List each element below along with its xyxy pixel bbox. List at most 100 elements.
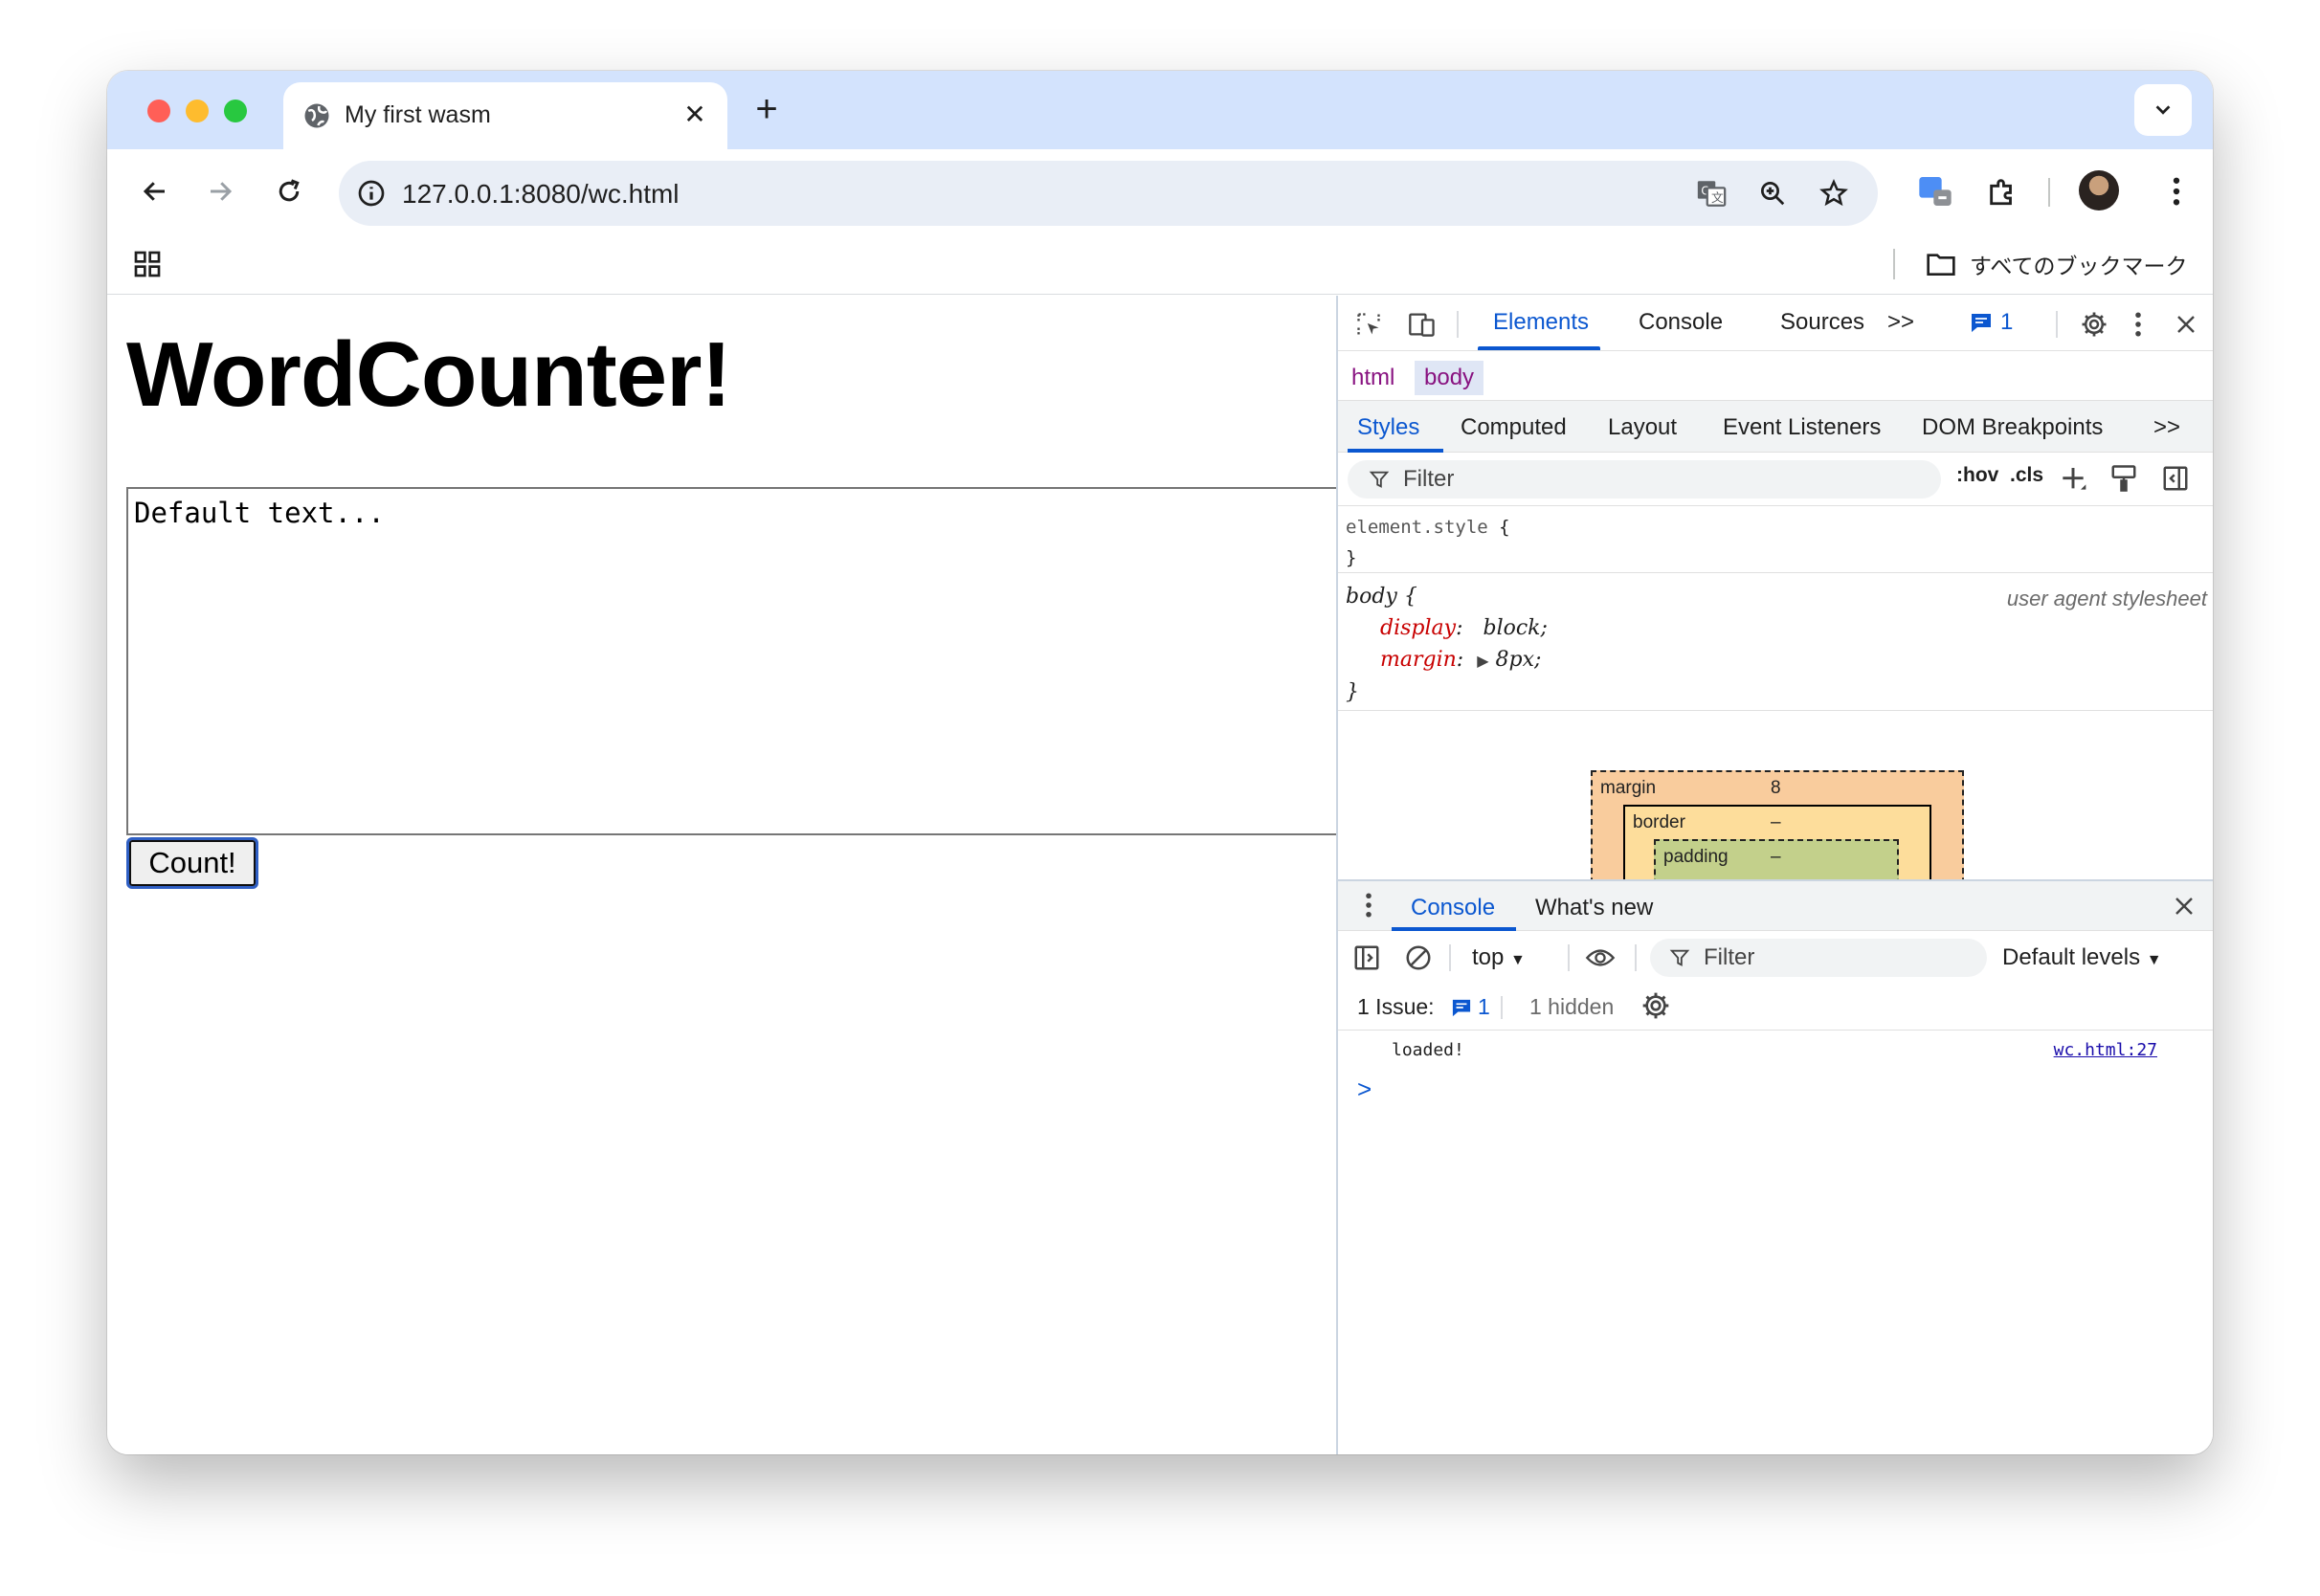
count-button[interactable]: Count! [126, 837, 258, 889]
chrome-menu-button[interactable] [2155, 170, 2197, 212]
expand-triangle-icon[interactable]: ▶ [1477, 652, 1488, 670]
margin-value[interactable]: 8 [1771, 778, 1781, 799]
forward-button[interactable] [199, 170, 241, 212]
rule-close-brace: } [1346, 547, 1357, 568]
devtools-menu-icon[interactable] [2123, 309, 2153, 340]
drawer-tabbar: Console What's new [1338, 881, 2213, 931]
devtools-panel: Elements Console Sources >> 1 html body [1336, 296, 2213, 1454]
more-subtabs-icon[interactable]: >> [2153, 414, 2180, 441]
profile-avatar[interactable] [2079, 170, 2119, 211]
rule-selector[interactable]: body [1346, 585, 1397, 609]
subtab-computed[interactable]: Computed [1461, 414, 1567, 441]
padding-label: padding [1663, 847, 1729, 867]
hov-toggle[interactable]: :hov [1956, 464, 1998, 487]
zoom-window-button[interactable] [224, 100, 247, 122]
css-declaration[interactable]: margin: ▶ 8px; [1346, 644, 2207, 676]
drawer-tab-whats-new[interactable]: What's new [1535, 895, 1653, 921]
tab-sources[interactable]: Sources [1780, 309, 1864, 336]
log-levels-selector[interactable]: Default levels ▼ [2002, 944, 2162, 971]
issues-divider [1501, 996, 1503, 1019]
back-button[interactable] [134, 170, 176, 212]
minimize-window-button[interactable] [186, 100, 209, 122]
log-source-link[interactable]: wc.html:27 [2054, 1040, 2157, 1060]
styles-subtabs: Styles Computed Layout Event Listeners D… [1338, 401, 2213, 453]
clear-console-icon[interactable] [1403, 942, 1434, 973]
globe-icon [304, 103, 329, 128]
browser-window: My first wasm ✕ + 127.0.0.1:8080/wc.html… [107, 71, 2213, 1454]
drawer-tab-console[interactable]: Console [1411, 895, 1495, 921]
live-expression-eye-icon[interactable] [1585, 942, 1616, 973]
bookmark-star-icon[interactable] [1817, 176, 1851, 211]
filter-icon [1669, 949, 1690, 966]
cls-toggle[interactable]: .cls [2010, 464, 2043, 487]
new-rule-icon[interactable] [2058, 464, 2088, 499]
issues-count: 1 [2000, 309, 2014, 335]
inspect-element-icon[interactable] [1353, 309, 1384, 340]
tab-close-icon[interactable]: ✕ [680, 100, 710, 130]
hidden-count: 1 hidden [1529, 994, 1615, 1019]
close-window-button[interactable] [147, 100, 170, 122]
subtab-styles[interactable]: Styles [1357, 414, 1419, 441]
subtab-layout[interactable]: Layout [1608, 414, 1677, 441]
box-model-margin[interactable]: margin 8 border – padding – [1591, 770, 1964, 879]
console-settings-gear-icon[interactable] [1640, 990, 1671, 1027]
console-sidebar-icon[interactable] [1351, 942, 1382, 973]
apps-grid-icon[interactable] [132, 249, 163, 279]
site-info-icon[interactable] [356, 178, 387, 209]
tab-elements[interactable]: Elements [1493, 309, 1589, 336]
margin-label: margin [1600, 778, 1657, 798]
settings-gear-icon[interactable] [2079, 309, 2109, 340]
border-label: border [1633, 812, 1685, 832]
more-tabs-icon[interactable]: >> [1887, 309, 1914, 336]
styles-filter-bar: Filter :hov .cls [1338, 453, 2213, 506]
zoom-icon[interactable] [1755, 176, 1790, 211]
bookmarks-divider [1893, 249, 1895, 279]
box-model-diagram: margin 8 border – padding – [1338, 711, 2213, 879]
new-tab-button[interactable]: + [748, 90, 785, 128]
tab-search-button[interactable] [2134, 84, 2192, 136]
console-log-row: loaded! wc.html:27 [1338, 1032, 2213, 1071]
url-text: 127.0.0.1:8080/wc.html [402, 179, 680, 209]
css-declaration[interactable]: display: block; [1346, 612, 2207, 644]
rule-open-brace: { [1499, 517, 1510, 538]
issues-badge[interactable]: 1 [1970, 309, 2013, 336]
console-filter-input[interactable]: Filter [1650, 939, 1987, 977]
console-toolbar: top ▼ Filter Default levels ▼ [1338, 931, 2213, 983]
issues-link[interactable]: 1 [1451, 994, 1490, 1020]
reload-button[interactable] [268, 170, 310, 212]
console-prompt-icon[interactable]: > [1357, 1075, 1372, 1104]
toggle-sidebar-icon[interactable] [2161, 464, 2190, 498]
breadcrumb-html[interactable]: html [1342, 361, 1404, 395]
subtab-dom-breakpoints[interactable]: DOM Breakpoints [1922, 414, 2103, 441]
browser-tab[interactable]: My first wasm ✕ [283, 82, 727, 149]
translate-icon[interactable]: G文 [1694, 176, 1729, 211]
dropdown-arrow-icon: ▼ [2146, 952, 2162, 968]
device-toolbar-icon[interactable] [1407, 309, 1438, 340]
drawer-menu-icon[interactable] [1365, 893, 1372, 922]
bookmarks-bar: すべてのブックマーク [107, 233, 2213, 295]
paint-brush-icon[interactable] [2109, 464, 2138, 498]
toolbar-divider [2048, 178, 2050, 207]
padding-value[interactable]: – [1771, 847, 1781, 868]
styles-filter-input[interactable]: Filter [1348, 460, 1941, 499]
tab-console[interactable]: Console [1639, 309, 1723, 336]
extensions-puzzle-icon[interactable] [1981, 170, 2023, 212]
context-selector[interactable]: top ▼ [1472, 944, 1526, 971]
box-model-border[interactable]: border – padding – [1623, 805, 1931, 879]
box-model-padding[interactable]: padding – [1654, 839, 1899, 879]
subtab-event-listeners[interactable]: Event Listeners [1723, 414, 1881, 441]
filter-placeholder: Filter [1403, 466, 1455, 492]
border-value[interactable]: – [1771, 812, 1781, 833]
all-bookmarks-button[interactable]: すべてのブックマーク [1926, 249, 2187, 279]
extension-badge-icon[interactable] [1914, 170, 1956, 212]
css-property-name: display [1380, 616, 1457, 640]
address-bar[interactable]: 127.0.0.1:8080/wc.html G文 [339, 161, 1878, 226]
text-input[interactable]: Default text... [126, 487, 1361, 835]
close-devtools-icon[interactable] [2171, 309, 2201, 340]
close-drawer-icon[interactable] [2173, 895, 2196, 922]
breadcrumb-body[interactable]: body [1415, 361, 1484, 395]
tabbar-divider [1457, 311, 1459, 338]
filter-icon [1369, 471, 1390, 488]
breadcrumb: html body [1338, 353, 2213, 401]
element-style-selector[interactable]: element.style [1346, 517, 1488, 538]
